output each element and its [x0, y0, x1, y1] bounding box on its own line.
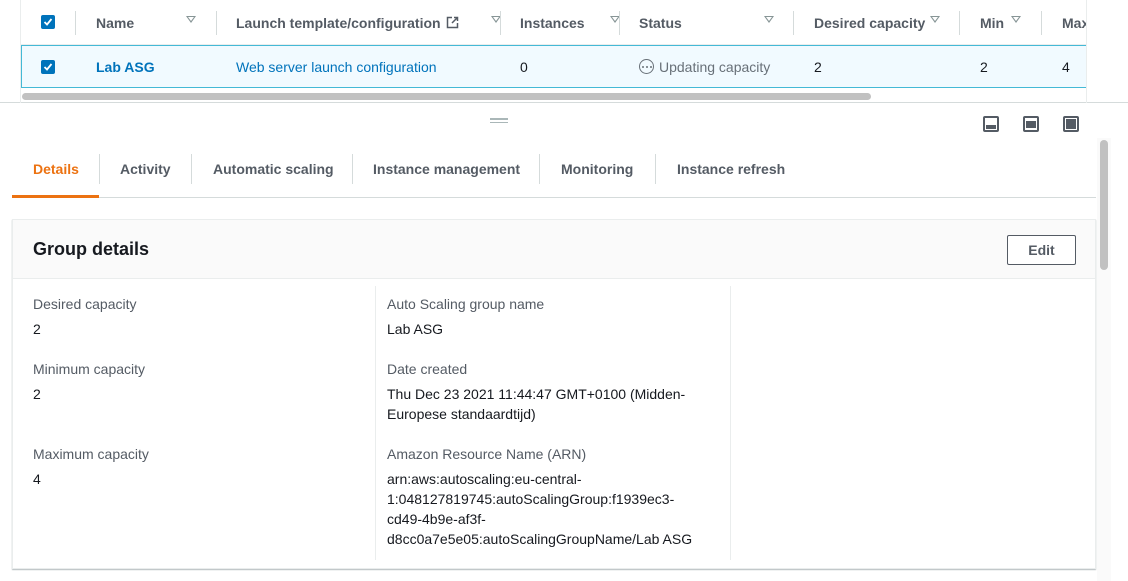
column-header-status[interactable]: Status [639, 0, 774, 45]
minimum-capacity-label: Minimum capacity [33, 361, 146, 377]
status-cell: Updating capacity [639, 46, 770, 87]
column-divider [959, 11, 960, 35]
tab-divider [655, 154, 656, 184]
column-divider [793, 11, 794, 35]
column-header-launch-template[interactable]: Launch template/configuration [236, 0, 501, 45]
desired-capacity-cell: 2 [814, 58, 822, 75]
desired-capacity-value: 2 [33, 321, 41, 337]
asg-name-value: Lab ASG [387, 321, 444, 337]
status-text: Updating capacity [659, 58, 771, 75]
check-icon [43, 18, 53, 26]
in-progress-icon [639, 59, 654, 74]
sort-caret-icon[interactable] [1011, 16, 1021, 23]
active-tab-indicator [12, 195, 99, 198]
column-separator [730, 286, 731, 560]
column-header-label: Launch template/configuration [236, 14, 441, 31]
column-divider [619, 11, 620, 35]
panel-header: Group details Edit [13, 220, 1095, 279]
column-separator [375, 286, 376, 560]
split-full-icon[interactable] [1063, 116, 1079, 132]
date-created-label: Date created [387, 361, 468, 377]
max-cell: 4 [1062, 58, 1070, 75]
column-header-max[interactable]: Max [1062, 0, 1087, 45]
tab-instance-management[interactable]: Instance management [373, 140, 520, 198]
edit-button[interactable]: Edit [1007, 235, 1076, 265]
horizontal-scrollbar[interactable] [22, 93, 871, 100]
tab-automatic-scaling[interactable]: Automatic scaling [213, 140, 334, 198]
split-drag-handle-icon[interactable] [490, 118, 508, 124]
split-bottom-icon[interactable] [983, 116, 999, 132]
column-divider [75, 11, 76, 35]
column-divider [216, 11, 217, 35]
sort-caret-icon[interactable] [764, 16, 774, 23]
tab-divider [352, 154, 353, 184]
tab-activity[interactable]: Activity [120, 140, 171, 198]
split-half-icon[interactable] [1023, 116, 1039, 132]
column-divider [1041, 11, 1042, 35]
column-header-label: Status [639, 14, 682, 31]
arn-line: cd49-4b9e-af3f- [387, 511, 486, 527]
date-created-line: Europese standaardtijd) [387, 406, 536, 422]
detail-tabs: Details Activity Automatic scaling Insta… [12, 140, 1096, 198]
arn-line: d8cc0a7e5e05:autoScalingGroupName/Lab AS… [387, 531, 693, 547]
instances-count: 0 [520, 58, 528, 75]
column-header-min[interactable]: Min [980, 0, 1021, 45]
date-created-line: Thu Dec 23 2021 11:44:47 GMT+0100 (Midde… [387, 386, 686, 402]
column-header-label: Min [980, 14, 1005, 31]
tab-divider [99, 154, 100, 184]
arn-value: arn:aws:autoscaling:eu-central- 1:048127… [387, 469, 692, 549]
table-header: Name Launch template/configuration Insta… [21, 0, 1087, 45]
sort-caret-icon[interactable] [186, 16, 196, 23]
date-created-value: Thu Dec 23 2021 11:44:47 GMT+0100 (Midde… [387, 384, 685, 424]
column-header-instances[interactable]: Instances [520, 0, 620, 45]
check-icon [43, 63, 53, 71]
column-header-label: Name [96, 14, 135, 31]
column-header-label: Instances [520, 14, 585, 31]
column-header-label: Desired capacity [814, 14, 926, 31]
maximum-capacity-label: Maximum capacity [33, 446, 149, 462]
maximum-capacity-value: 4 [33, 471, 41, 487]
desired-capacity-label: Desired capacity [33, 296, 137, 312]
launch-configuration-link[interactable]: Web server launch configuration [236, 46, 437, 87]
column-header-name[interactable]: Name [96, 0, 196, 45]
sort-caret-icon[interactable] [930, 16, 940, 23]
asg-name-link[interactable]: Lab ASG [96, 46, 155, 87]
external-link-icon[interactable] [446, 16, 459, 29]
column-header-desired-capacity[interactable]: Desired capacity [814, 0, 940, 45]
arn-label: Amazon Resource Name (ARN) [387, 446, 587, 462]
min-cell: 2 [980, 58, 988, 75]
tab-details[interactable]: Details [33, 140, 79, 198]
asg-table-section: Name Launch template/configuration Insta… [0, 0, 1128, 103]
vertical-scrollbar-thumb[interactable] [1100, 140, 1108, 270]
panel-title: Group details [33, 239, 150, 259]
group-details-panel: Group details Edit Desired capacity 2 Mi… [12, 219, 1096, 569]
column-divider [500, 11, 501, 35]
table-row[interactable]: Lab ASG Web server launch configuration … [21, 45, 1086, 88]
row-select-checkbox[interactable] [41, 60, 55, 74]
arn-line: 1:048127819745:autoScalingGroup:f1939ec3… [387, 491, 675, 507]
arn-line: arn:aws:autoscaling:eu-central- [387, 471, 582, 487]
minimum-capacity-value: 2 [33, 386, 41, 402]
tab-instance-refresh[interactable]: Instance refresh [677, 140, 785, 198]
asg-name-label: Auto Scaling group name [387, 296, 545, 312]
column-header-label: Max [1062, 14, 1087, 31]
asg-table: Name Launch template/configuration Insta… [20, 0, 1087, 103]
select-all-checkbox[interactable] [41, 15, 55, 29]
tab-divider [539, 154, 540, 184]
tab-monitoring[interactable]: Monitoring [561, 140, 633, 198]
tab-divider [191, 154, 192, 184]
